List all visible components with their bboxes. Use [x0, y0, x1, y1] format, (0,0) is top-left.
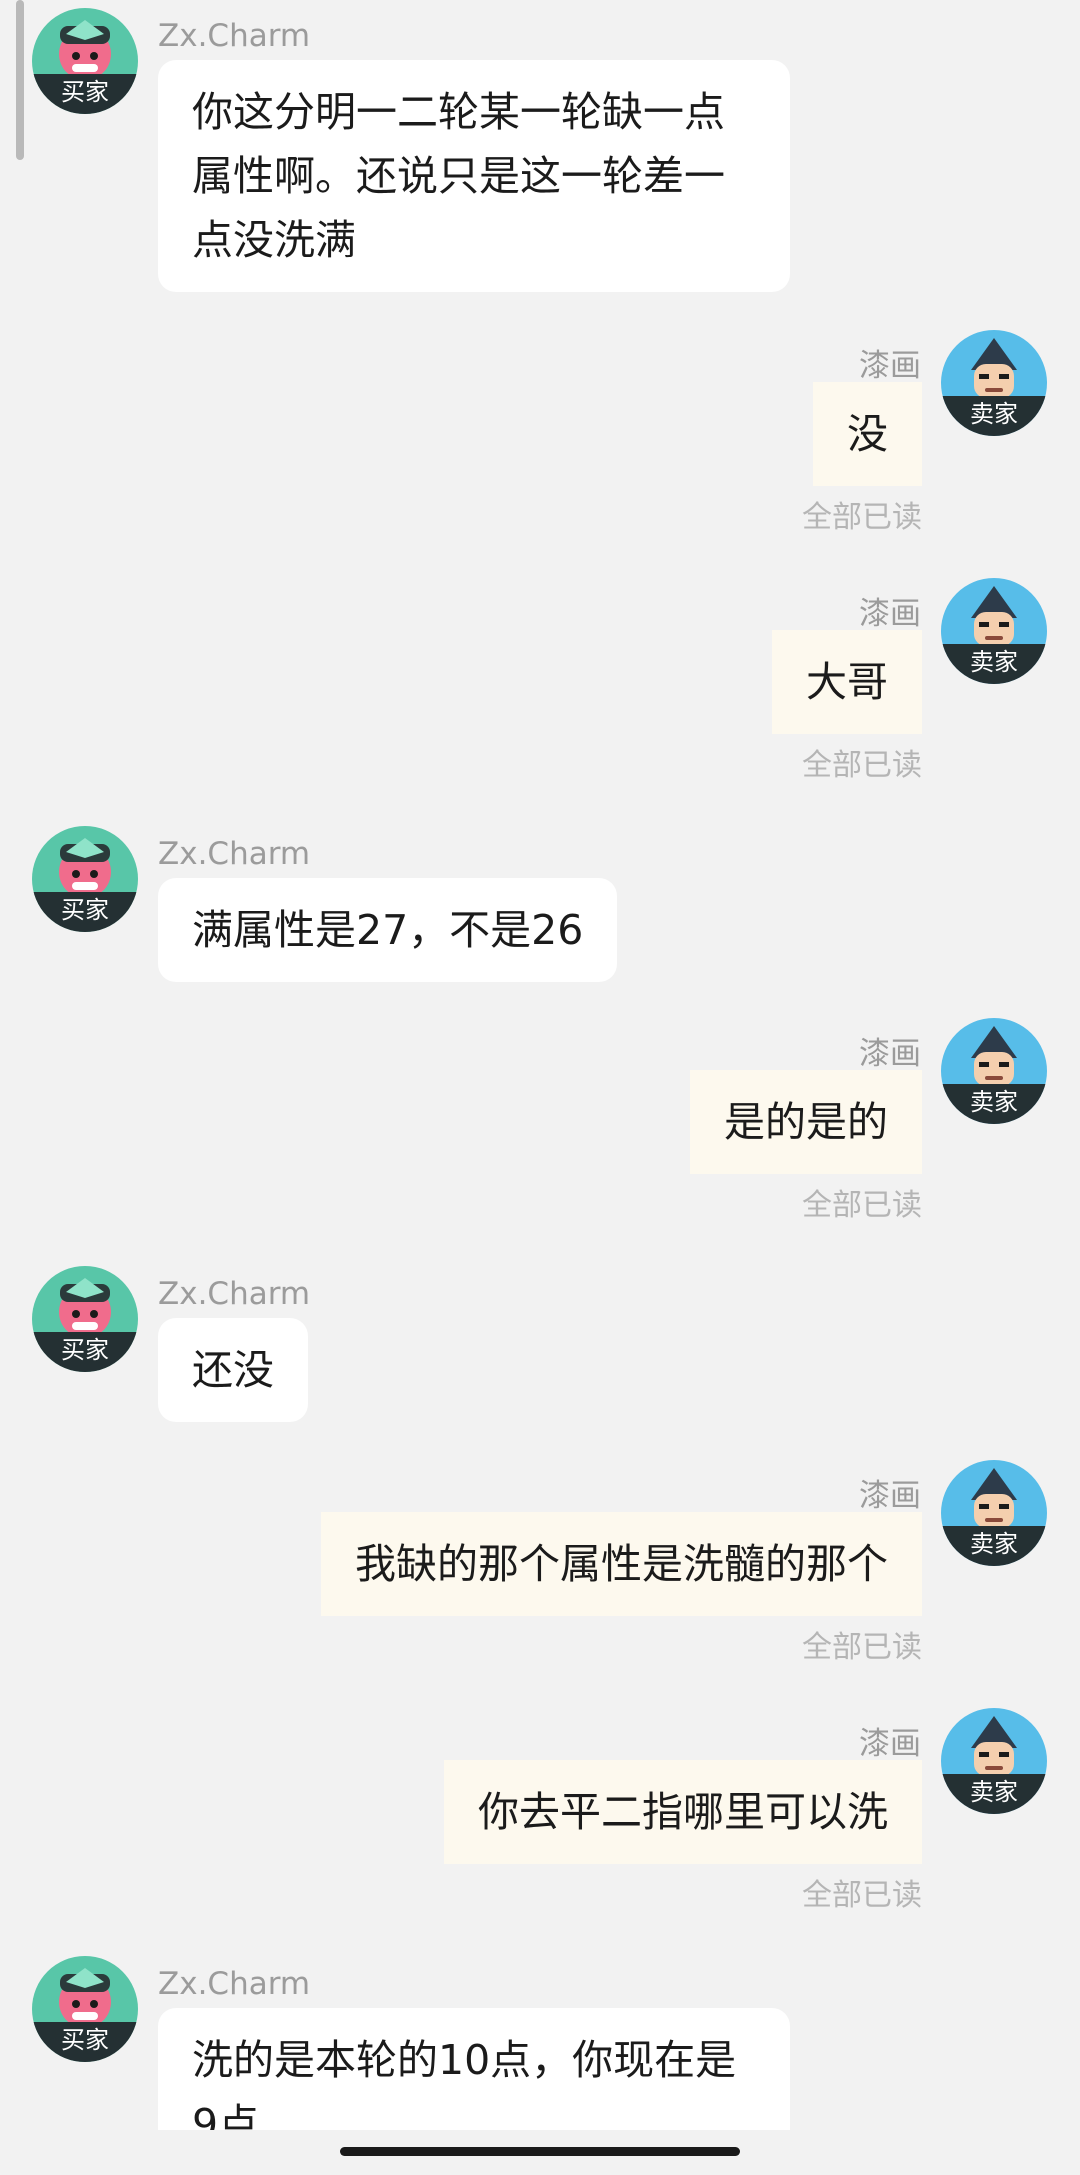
message-bubble-outgoing[interactable]: 大哥	[772, 630, 922, 734]
message-row: 买家 Zx.Charm 满属性是27，不是26	[0, 826, 1080, 986]
buyer-role-tag: 买家	[32, 2022, 138, 2062]
seller-avatar[interactable]: 卖家	[941, 578, 1047, 684]
sender-name: 漆画	[859, 596, 921, 632]
seller-avatar[interactable]: 卖家	[941, 1708, 1047, 1814]
read-receipt: 全部已读	[802, 748, 922, 783]
buyer-avatar[interactable]: 买家	[32, 8, 138, 114]
seller-role-tag: 卖家	[941, 1084, 1047, 1124]
message-bubble-incoming[interactable]: 还没	[158, 1318, 308, 1422]
sender-name: 漆画	[859, 1036, 921, 1072]
seller-role-tag: 卖家	[941, 644, 1047, 684]
message-row: 卖家 漆画 你去平二指哪里可以洗 全部已读	[0, 1708, 1080, 1918]
message-bubble-outgoing[interactable]: 你去平二指哪里可以洗	[444, 1760, 922, 1864]
read-receipt: 全部已读	[802, 1188, 922, 1223]
sender-name: Zx.Charm	[158, 836, 311, 872]
message-bubble-outgoing[interactable]: 是的是的	[690, 1070, 922, 1174]
seller-avatar[interactable]: 卖家	[941, 1018, 1047, 1124]
sender-name: 漆画	[859, 1478, 921, 1514]
sender-name: Zx.Charm	[158, 18, 311, 54]
read-receipt: 全部已读	[802, 1630, 922, 1665]
buyer-avatar[interactable]: 买家	[32, 1266, 138, 1372]
read-receipt: 全部已读	[802, 1878, 922, 1913]
seller-role-tag: 卖家	[941, 1774, 1047, 1814]
seller-avatar[interactable]: 卖家	[941, 1460, 1047, 1566]
message-bubble-incoming[interactable]: 满属性是27，不是26	[158, 878, 618, 982]
message-row: 卖家 漆画 没 全部已读	[0, 330, 1080, 540]
sender-name: 漆画	[859, 348, 921, 384]
message-row: 买家 Zx.Charm 还没	[0, 1266, 1080, 1426]
message-row: 买家 Zx.Charm 你这分明一二轮某一轮缺一点属性啊。还说只是这一轮差一点没…	[0, 8, 1080, 292]
read-receipt: 全部已读	[802, 500, 922, 535]
message-bubble-incoming[interactable]: 你这分明一二轮某一轮缺一点属性啊。还说只是这一轮差一点没洗满	[158, 60, 790, 292]
buyer-role-tag: 买家	[32, 892, 138, 932]
buyer-avatar[interactable]: 买家	[32, 826, 138, 932]
chat-message-list[interactable]: 买家 Zx.Charm 你这分明一二轮某一轮缺一点属性啊。还说只是这一轮差一点没…	[0, 0, 1080, 2130]
buyer-avatar[interactable]: 买家	[32, 1956, 138, 2062]
seller-avatar[interactable]: 卖家	[941, 330, 1047, 436]
message-row: 卖家 漆画 是的是的 全部已读	[0, 1018, 1080, 1228]
message-row: 买家 Zx.Charm 洗的是本轮的10点，你现在是9点	[0, 1956, 1080, 2130]
sender-name: Zx.Charm	[158, 1966, 311, 2002]
seller-role-tag: 卖家	[941, 1526, 1047, 1566]
message-bubble-outgoing[interactable]: 我缺的那个属性是洗髓的那个	[321, 1512, 922, 1616]
message-row: 卖家 漆画 我缺的那个属性是洗髓的那个 全部已读	[0, 1460, 1080, 1670]
sender-name: Zx.Charm	[158, 1276, 311, 1312]
seller-role-tag: 卖家	[941, 396, 1047, 436]
sender-name: 漆画	[859, 1726, 921, 1762]
message-bubble-incoming[interactable]: 洗的是本轮的10点，你现在是9点	[158, 2008, 790, 2130]
message-bubble-outgoing[interactable]: 没	[813, 382, 922, 486]
buyer-role-tag: 买家	[32, 74, 138, 114]
home-indicator[interactable]	[340, 2147, 740, 2156]
message-row: 卖家 漆画 大哥 全部已读	[0, 578, 1080, 788]
buyer-role-tag: 买家	[32, 1332, 138, 1372]
